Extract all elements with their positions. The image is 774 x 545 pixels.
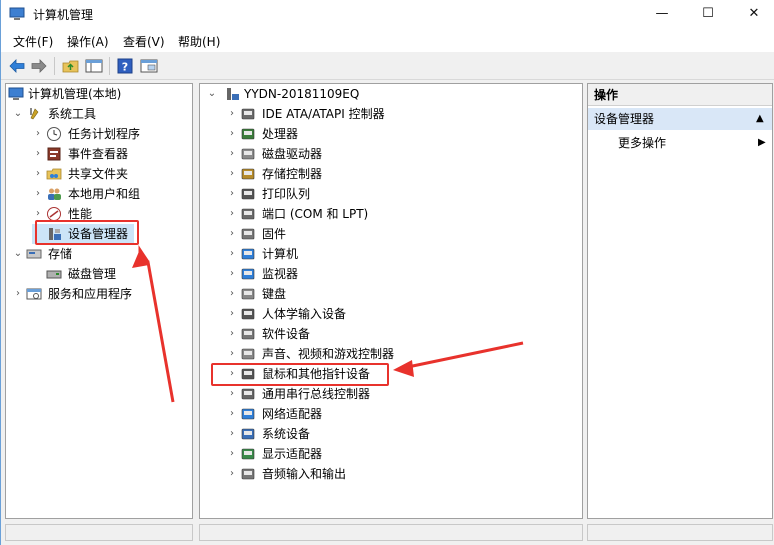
red-arrow-left (402, 341, 524, 370)
red-arrow-up (138, 245, 175, 403)
computer-management-window: 计算机管理 — ☐ ✕ 文件(F) 操作(A) 查看(V) 帮助(H) ? 计算… (0, 0, 774, 545)
red-arrow-head-left (393, 360, 414, 377)
annotation-arrows (132, 245, 524, 403)
